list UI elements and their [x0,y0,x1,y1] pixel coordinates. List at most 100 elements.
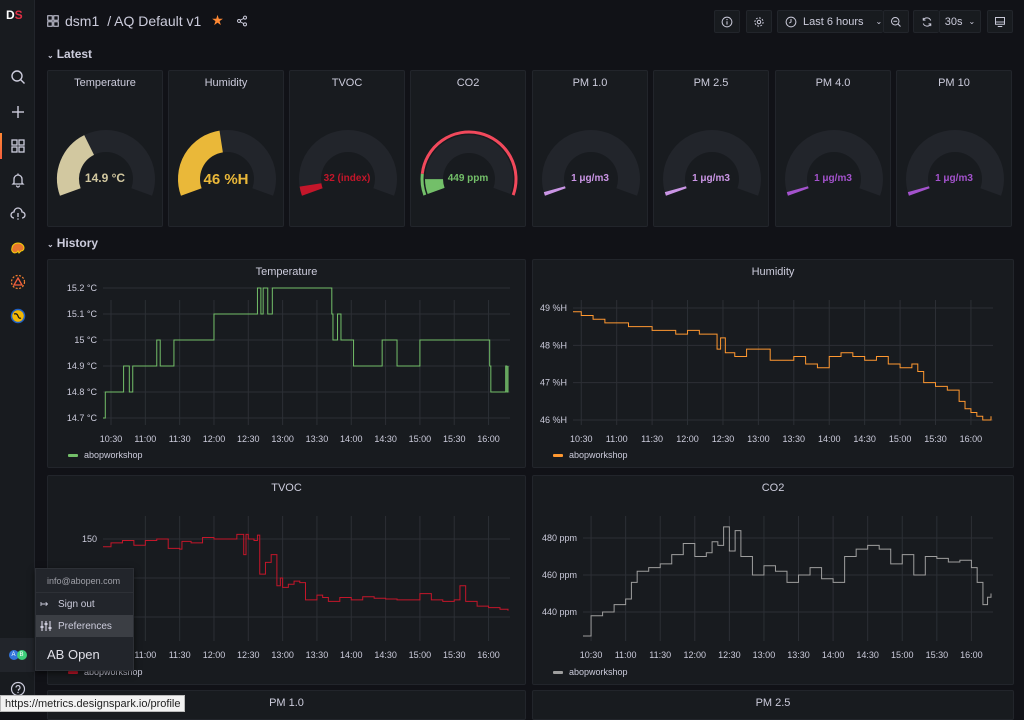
y-tick-label: 46 %H [540,415,567,425]
gauge-value: 46 %H [203,171,249,188]
time-range-picker[interactable]: Last 6 hours ⌄ [777,10,883,33]
x-tick-label: 12:30 [237,434,260,444]
gauge-value: 1 μg/m3 [692,173,730,184]
x-tick-label: 11:30 [649,650,671,660]
gauge-panel-pm-1-0[interactable]: PM 1.0 1 μg/m3 [532,70,648,227]
x-tick-label: 16:00 [960,650,983,660]
x-tick-label: 14:30 [374,650,397,660]
gauge-panel-pm-4-0[interactable]: PM 4.0 1 μg/m3 [775,70,891,227]
gauge-panel-pm-10[interactable]: PM 10 1 μg/m3 [896,70,1012,227]
chart-plot[interactable]: 10:30 11:00 11:30 12:00 12:30 13:00 13:30 14:00… [533,260,1015,469]
x-tick-label: 14:00 [818,434,841,444]
x-tick-label: 15:00 [409,434,432,444]
x-tick-label: 12:30 [718,650,741,660]
row-history-header[interactable]: ⌄ History [47,236,98,250]
app-logo[interactable]: DS [6,8,28,24]
gauge-panel-co2[interactable]: CO2 449 ppm [410,70,526,227]
gauge-track [663,130,761,196]
x-tick-label: 13:30 [306,434,329,444]
x-tick-label: 13:00 [747,434,770,444]
gauge-fill [907,186,930,196]
breadcrumb: dsm1 / AQ Default v1 ★ [47,12,248,29]
gauge-track [785,130,883,196]
y-tick-label: 460 ppm [542,570,577,580]
gauge-panel-tvoc[interactable]: TVOC 32 (index) [289,70,405,227]
series-line-abopworkshop [573,311,992,421]
preferences-menu-item[interactable]: Preferences [36,615,133,637]
row-history-label: History [56,236,99,250]
sidebar-dashboards[interactable] [0,131,35,161]
panel-pm25-history[interactable]: PM 2.5 [532,690,1014,720]
chevron-down-icon: ⌄ [47,51,54,60]
gauge-panel-humidity[interactable]: Humidity 46 %H [168,70,284,227]
series-line-abopworkshop [103,287,509,419]
zoom-out-button[interactable] [883,10,909,33]
dashboard-grid-icon [47,14,59,27]
gauge-value: 1 μg/m3 [935,173,973,184]
refresh-interval-picker[interactable]: 30s ⌄ [939,10,981,33]
chart-plot[interactable]: 10:30 11:00 11:30 12:00 12:30 13:00 13:30 14:00… [533,476,1015,686]
clock-icon [785,16,797,27]
x-tick-label: 15:00 [889,434,912,444]
chart-panel-co2[interactable]: CO2 10:30 11:00 11:30 12:00 12:30 13:00 13:30 14… [532,475,1014,685]
org-name: AB Open [47,646,100,662]
gauge-arc [57,130,155,196]
tv-mode-button[interactable] [987,10,1013,33]
dashboard-title[interactable]: AQ Default v1 [114,13,201,29]
zoom-out-icon [891,16,901,27]
gauge-arc [663,130,761,196]
search-icon [10,70,25,84]
series-line-abopworkshop [583,526,992,637]
sidebar-alerting[interactable] [0,165,35,195]
x-tick-label: 15:30 [924,434,947,444]
gauge-fill [543,186,566,196]
x-tick-label: 14:30 [374,434,397,444]
chart-panel-humidity[interactable]: Humidity 10:30 11:00 11:30 12:00 12:30 13:00 13… [532,259,1014,468]
y-tick-label: 47 %H [540,378,567,388]
x-tick-label: 13:00 [271,650,294,660]
user-menu: info@abopen.com ↦ Sign out Preferences A… [35,568,134,671]
sidebar-profile[interactable]: A B [0,638,35,672]
y-tick-label: 14.7 °C [67,413,98,423]
share-icon[interactable] [236,15,248,27]
x-tick-label: 10:30 [100,434,123,444]
chart-legend[interactable]: abopworkshop [553,450,628,460]
bell-icon [10,173,25,188]
info-button[interactable] [714,10,740,33]
legend-swatch [68,453,78,457]
chart-plot[interactable]: 10:30 11:00 11:30 12:00 12:30 13:00 13:30 14:00… [48,260,527,469]
sidebar-oncall[interactable] [0,267,35,297]
sign-out-menu-item[interactable]: ↦ Sign out [36,593,133,615]
series-line-abopworkshop [103,533,509,611]
dashboards-grid-icon [10,139,25,153]
gauge-panel-pm-2-5[interactable]: PM 2.5 1 μg/m3 [653,70,769,227]
sidebar-globe[interactable] [0,301,35,331]
sidebar-machine-learning[interactable] [0,233,35,263]
x-tick-label: 11:30 [641,434,663,444]
gauge-fill [786,186,809,196]
legend-swatch [553,670,563,674]
chart-legend[interactable]: abopworkshop [68,450,143,460]
favorite-star-icon[interactable]: ★ [211,12,224,29]
gauge-arc [299,130,397,196]
panel-title: PM 2.5 [755,697,791,709]
sidebar-search[interactable] [0,62,35,92]
preferences-label: Preferences [58,620,112,632]
dashboard-settings-button[interactable] [746,10,772,33]
sidebar-create[interactable] [0,97,35,127]
x-tick-label: 14:30 [853,434,876,444]
y-tick-label: 48 %H [540,340,567,350]
gauge-value: 14.9 °C [84,171,126,185]
gauge-panel-temperature[interactable]: Temperature 14.9 °C [47,70,163,227]
globe-icon [10,308,25,324]
sidebar-cloud[interactable] [0,199,35,229]
chart-panel-temperature[interactable]: Temperature 10:30 11:00 11:30 12:00 12:30 13:0… [47,259,526,468]
oncall-icon [10,274,25,290]
chart-legend[interactable]: abopworkshop [553,667,628,677]
x-tick-label: 16:00 [477,434,500,444]
refresh-button[interactable] [913,10,939,33]
user-email: info@abopen.com [36,569,133,593]
breadcrumb-folder[interactable]: dsm1 [65,13,99,29]
y-tick-label: 440 ppm [542,607,577,617]
row-latest-header[interactable]: ⌄ Latest [47,47,92,61]
